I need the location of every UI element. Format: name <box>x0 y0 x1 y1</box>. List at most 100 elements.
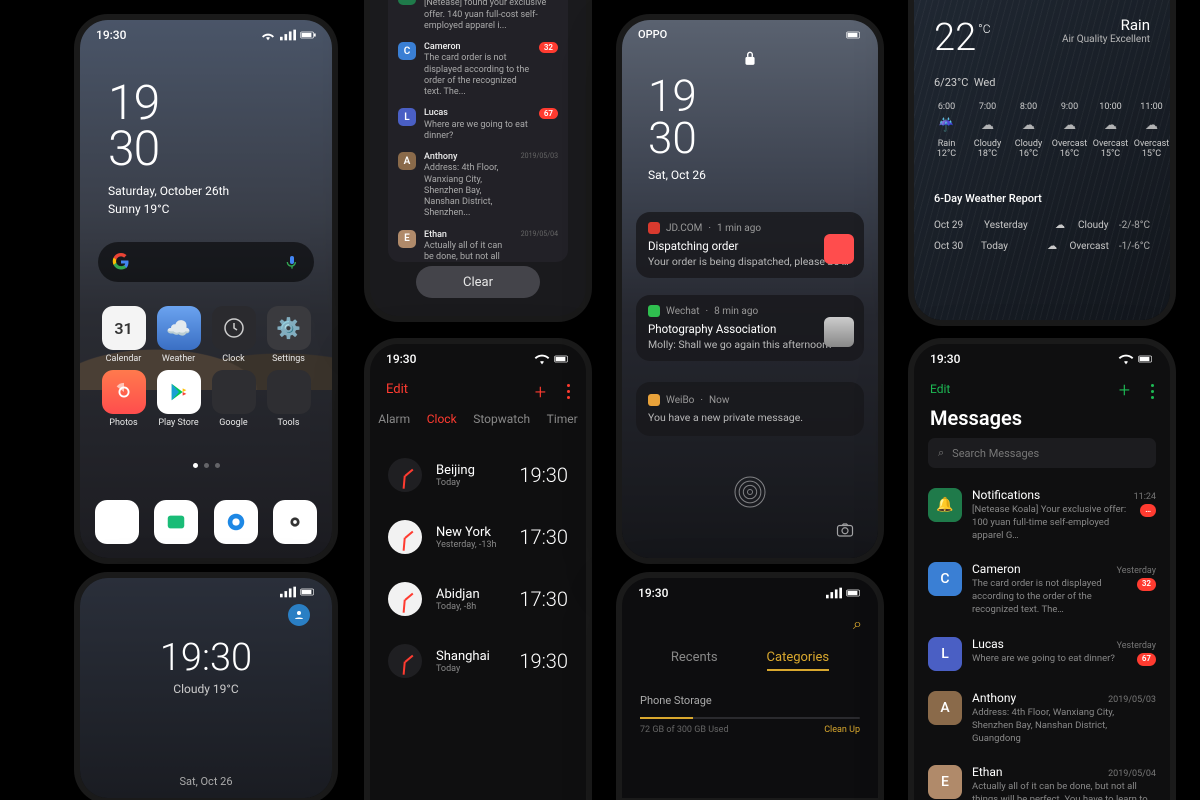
phone-weather: 22°C RainAir Quality Excellent 6/23°C We… <box>914 0 1170 320</box>
world-clock-list: BeijingToday 19:30 New YorkYesterday, -1… <box>370 444 586 800</box>
clock-face-icon <box>388 582 422 616</box>
daily-forecast: 6-Day Weather Report Oct 29Yesterday☁Clo… <box>934 192 1150 257</box>
signal-icon <box>280 586 296 598</box>
edit-button[interactable]: Edit <box>930 382 950 396</box>
add-button[interactable]: + <box>535 380 546 404</box>
tab-stopwatch[interactable]: Stopwatch <box>473 412 530 426</box>
world-clock-row[interactable]: AbidjanToday, -8h 17:30 <box>370 568 586 630</box>
clear-button[interactable]: Clear <box>416 266 540 298</box>
phone-home: 19:30 19 30 Saturday, October 26th Sunny… <box>80 20 332 558</box>
notification-card[interactable]: JD.COM · 1 min ago Dispatching order You… <box>636 212 864 278</box>
avatar-icon: E <box>398 230 416 248</box>
google-search-bar[interactable] <box>98 242 314 282</box>
google-logo-icon <box>112 253 130 271</box>
search-input[interactable]: ⌕Search Messages <box>928 438 1156 468</box>
app-photos[interactable]: Photos <box>96 370 151 428</box>
tab-alarm[interactable]: Alarm <box>378 412 410 426</box>
lock-date: Sat, Oct 26 <box>648 168 706 182</box>
avatar-icon: N <box>398 0 416 5</box>
tab-recents[interactable]: Recents <box>671 650 718 671</box>
daily-row[interactable]: Oct 30Today☁Overcast-1/-6°C <box>934 236 1150 257</box>
hourly-column[interactable]: 7:00☁Cloudy18°C <box>967 102 1008 159</box>
app-calendar[interactable]: 31Calendar <box>96 306 151 364</box>
app-settings[interactable]: ⚙️Settings <box>261 306 316 364</box>
app-icon <box>648 305 660 317</box>
avatar-icon: C <box>928 562 962 596</box>
statusbar: OPPO <box>622 20 878 45</box>
lock-weather: Cloudy 19°C <box>80 682 332 696</box>
status-time: 19:30 <box>386 352 416 366</box>
tab-clock[interactable]: Clock <box>427 412 457 426</box>
hourly-column[interactable]: 8:00☁Cloudy16°C <box>1008 102 1049 159</box>
phone-recents: N Notifications[Netease] found your excl… <box>370 0 586 316</box>
unread-badge: 32 <box>539 42 558 53</box>
storage-bar <box>640 717 860 719</box>
list-item[interactable]: L LucasWhere are we going to eat dinner?… <box>388 103 568 147</box>
page-indicator[interactable] <box>80 463 332 468</box>
dock-browser[interactable] <box>214 500 258 544</box>
app-clock[interactable]: Clock <box>206 306 261 364</box>
notification-card[interactable]: Wechat · 8 min ago Photography Associati… <box>636 295 864 361</box>
list-item[interactable]: C CameronThe card order is not displayed… <box>388 37 568 103</box>
message-row[interactable]: A Anthony2019/05/03 Address: 4th Floor, … <box>914 681 1170 755</box>
lock-date: Sat, Oct 26 <box>80 775 332 788</box>
app-google-folder[interactable]: Google <box>206 370 261 428</box>
world-clock-row[interactable]: BeijingToday 19:30 <box>370 444 586 506</box>
list-item[interactable]: A AnthonyAddress: 4th Floor, Wanxiang Ci… <box>388 147 568 225</box>
storage-section[interactable]: Phone Storage 72 GB of 300 GB UsedClean … <box>640 694 860 735</box>
battery-icon <box>846 29 862 41</box>
hourly-column[interactable]: 11:00☁Overcast15°C <box>1131 102 1170 159</box>
weather-icon: ☁ <box>1045 241 1060 252</box>
app-tools-folder[interactable]: Tools <box>261 370 316 428</box>
recent-app-card[interactable]: N Notifications[Netease] found your excl… <box>388 0 568 262</box>
world-clock-row[interactable]: New YorkYesterday, -13h 17:30 <box>370 506 586 568</box>
edit-button[interactable]: Edit <box>386 382 408 397</box>
hourly-column[interactable]: 9:00☁Overcast16°C <box>1049 102 1090 159</box>
date-weather-widget[interactable]: Saturday, October 26th Sunny 19°C <box>108 182 229 218</box>
notif-thumbnail <box>824 317 854 347</box>
avatar-icon: 🔔 <box>928 488 962 522</box>
world-clock-row[interactable]: ShanghaiToday 19:30 <box>370 630 586 692</box>
avatar-icon: A <box>398 152 416 170</box>
fingerprint-icon[interactable] <box>730 472 770 512</box>
weather-icon: ☁ <box>1049 118 1090 133</box>
mic-icon[interactable] <box>284 254 300 270</box>
dock <box>80 500 332 544</box>
signal-icon <box>826 587 842 599</box>
calendar-icon: 31 <box>102 306 146 350</box>
folder-icon <box>212 370 256 414</box>
face-unlock-icon[interactable] <box>288 604 310 626</box>
camera-shortcut-icon[interactable] <box>836 522 854 538</box>
hourly-column[interactable]: 10:00☁Overcast15°C <box>1090 102 1131 159</box>
hourly-column[interactable]: 6:00☔Rain12°C <box>926 102 967 159</box>
lock-time: 19:30 <box>80 636 332 680</box>
temperature: 22°C <box>934 16 990 60</box>
notification-card[interactable]: WeiBo · Now You have a new private messa… <box>636 382 864 436</box>
phone-lockscreen: OPPO 1930 Sat, Oct 26 JD.COM · 1 min ago… <box>622 20 878 558</box>
more-button[interactable] <box>1151 384 1154 399</box>
more-button[interactable] <box>567 384 570 399</box>
clock-face-icon <box>388 520 422 554</box>
list-item[interactable]: E EthanActually all of it can be done, b… <box>388 225 568 263</box>
dock-camera[interactable] <box>273 500 317 544</box>
statusbar: 19:30 <box>80 20 332 46</box>
air-quality: Air Quality Excellent <box>1062 34 1150 45</box>
hourly-forecast[interactable]: 6:00☔Rain12°C7:00☁Cloudy18°C8:00☁Cloudy1… <box>926 102 1170 159</box>
message-row[interactable]: E Ethan2019/05/04 Actually all of it can… <box>914 755 1170 800</box>
app-icon <box>648 222 660 234</box>
clock-widget[interactable]: 19 30 <box>108 80 159 171</box>
cleanup-link[interactable]: Clean Up <box>824 725 860 735</box>
app-playstore[interactable]: Play Store <box>151 370 206 428</box>
dock-phone[interactable] <box>95 500 139 544</box>
daily-row[interactable]: Oct 29Yesterday☁Cloudy-2/-8°C <box>934 215 1150 236</box>
search-icon[interactable]: ⌕ <box>853 614 862 634</box>
dock-messages[interactable] <box>154 500 198 544</box>
tab-categories[interactable]: Categories <box>767 650 830 671</box>
compose-button[interactable]: + <box>1119 378 1130 402</box>
app-weather[interactable]: ☁️Weather <box>151 306 206 364</box>
list-item[interactable]: N Notifications[Netease] found your excl… <box>388 0 568 37</box>
message-row[interactable]: C CameronYesterday The card order is not… <box>914 552 1170 626</box>
message-row[interactable]: L LucasYesterday Where are we going to e… <box>914 627 1170 681</box>
tab-timer[interactable]: Timer <box>547 412 578 426</box>
message-row[interactable]: 🔔 Notifications11:24 [Netease Koala] You… <box>914 478 1170 552</box>
